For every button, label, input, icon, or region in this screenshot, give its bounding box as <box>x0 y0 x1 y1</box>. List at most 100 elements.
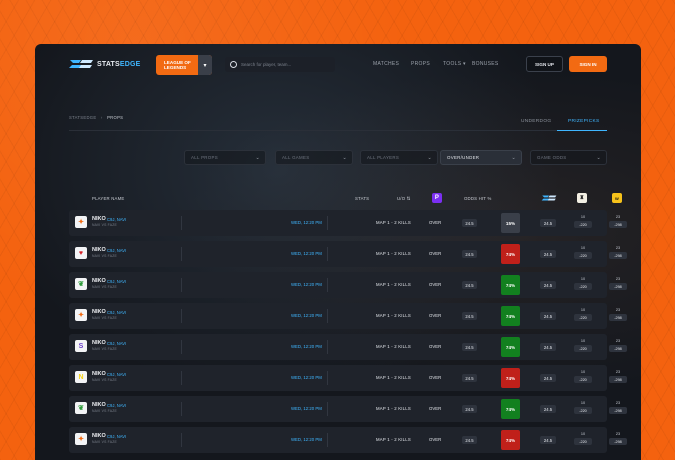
chevron-down-icon: ⌄ <box>427 155 432 161</box>
over-under: OVER <box>429 251 442 256</box>
line-value[interactable]: 24.5 <box>462 312 477 320</box>
odds-cell[interactable]: 23 -298 <box>609 401 627 414</box>
prop-stat: MAP 1 - 2 KILLS <box>376 220 411 225</box>
line-value[interactable]: 24.5 <box>462 281 477 289</box>
player-match: NAVI VS FAZE <box>92 409 117 413</box>
statsedge-line[interactable]: 24.5 <box>540 436 556 444</box>
logo[interactable]: STATSEDGE <box>68 56 141 72</box>
breadcrumb-root[interactable]: STATSEDGE <box>69 115 96 120</box>
table-row[interactable]: ✦ NIKO C9J, NAVI NAVI VS FAZE WED, 12:20… <box>69 210 627 236</box>
player-name[interactable]: NIKO <box>92 247 106 253</box>
odds-cell[interactable]: 23 -298 <box>609 339 627 352</box>
table-row[interactable]: ♥ NIKO C9J, NAVI NAVI VS FAZE WED, 12:20… <box>69 241 627 267</box>
table-row[interactable]: S NIKO C9J, NAVI NAVI VS FAZE WED, 12:20… <box>69 334 627 360</box>
nav-tools[interactable]: TOOLS <box>443 61 461 67</box>
chevron-down-icon[interactable]: ▾ <box>198 55 212 75</box>
divider <box>327 247 328 261</box>
tab-prizepicks[interactable]: PRIZEPICKS <box>568 119 600 124</box>
prop-stat: MAP 1 - 2 KILLS <box>376 282 411 287</box>
divider <box>327 278 328 292</box>
odds-cell[interactable]: 10 -220 <box>574 432 592 445</box>
player-name[interactable]: NIKO <box>92 433 106 439</box>
match-date: WED, 12:20 PM <box>291 251 322 256</box>
line-value[interactable]: 24.5 <box>462 436 477 444</box>
match-date: WED, 12:20 PM <box>291 437 322 442</box>
line-value[interactable]: 24.5 <box>462 343 477 351</box>
odds-cell[interactable]: 10 -220 <box>574 215 592 228</box>
odds-value: -298 <box>609 407 627 414</box>
statsedge-line[interactable]: 24.5 <box>540 343 556 351</box>
table-row[interactable]: ✦ NIKO C9J, NAVI NAVI VS FAZE WED, 12:20… <box>69 427 627 453</box>
statsedge-line[interactable]: 24.5 <box>540 219 556 227</box>
filter-label: GAME ODDS <box>537 155 567 160</box>
filter-over-under[interactable]: OVER/UNDER ⌄ <box>440 150 522 165</box>
col-ou[interactable]: U/O ⇅ <box>397 196 410 202</box>
filter-props[interactable]: ALL PROPS ⌄ <box>184 150 266 165</box>
filter-game-odds[interactable]: GAME ODDS ⌄ <box>530 150 607 165</box>
odds-cell[interactable]: 23 -298 <box>609 308 627 321</box>
odds-value: -298 <box>609 438 627 445</box>
odds-cell[interactable]: 10 -220 <box>574 370 592 383</box>
statsedge-line[interactable]: 24.5 <box>540 281 556 289</box>
table-row[interactable]: ❦ NIKO C9J, NAVI NAVI VS FAZE WED, 12:20… <box>69 396 627 422</box>
line-value[interactable]: 24.5 <box>462 219 477 227</box>
statsedge-line[interactable]: 24.5 <box>540 250 556 258</box>
search-input[interactable] <box>241 62 331 67</box>
table-row[interactable]: ✦ NIKO C9J, NAVI NAVI VS FAZE WED, 12:20… <box>69 303 627 329</box>
signin-button[interactable]: SIGN IN <box>569 56 607 72</box>
col-odds-hit[interactable]: ODDS HIT % <box>464 196 491 201</box>
divider <box>181 216 182 230</box>
odds-cell[interactable]: 23 -298 <box>609 246 627 259</box>
odds-value: -298 <box>609 221 627 228</box>
nav-props[interactable]: PROPS <box>411 61 443 67</box>
signup-button[interactable]: SIGN UP <box>526 56 563 72</box>
statsedge-line[interactable]: 24.5 <box>540 312 556 320</box>
chevron-down-icon[interactable]: ▾ <box>450 61 472 67</box>
over-under: OVER <box>429 344 442 349</box>
line-value[interactable]: 24.5 <box>462 405 477 413</box>
odds-cell[interactable]: 23 -298 <box>609 277 627 290</box>
odds-hit-badge: 74% <box>501 275 520 295</box>
odds-cell[interactable]: 23 -298 <box>609 432 627 445</box>
nav-matches[interactable]: MATCHES <box>373 61 411 67</box>
filter-label: ALL GAMES <box>282 155 310 160</box>
table-row[interactable]: ❦ NIKO C9J, NAVI NAVI VS FAZE WED, 12:20… <box>69 272 627 298</box>
player-name[interactable]: NIKO <box>92 216 106 222</box>
nav-bonuses[interactable]: BONUSES <box>472 61 499 67</box>
line-value[interactable]: 24.5 <box>462 374 477 382</box>
player-name[interactable]: NIKO <box>92 402 106 408</box>
odds-cell[interactable]: 23 -298 <box>609 370 627 383</box>
line-value[interactable]: 24.5 <box>462 250 477 258</box>
breadcrumb: STATSEDGE › PROPS <box>69 115 123 120</box>
player-name[interactable]: NIKO <box>92 340 106 346</box>
over-under: OVER <box>429 406 442 411</box>
over-under: OVER <box>429 282 442 287</box>
logo-mark-icon <box>69 60 93 68</box>
filter-games[interactable]: ALL GAMES ⌄ <box>275 150 353 165</box>
match-date: WED, 12:20 PM <box>291 313 322 318</box>
game-select[interactable]: LEAGUE OF LEGENDS ▾ <box>156 55 212 75</box>
filter-players[interactable]: ALL PLAYERS ⌄ <box>360 150 438 165</box>
odds-cell[interactable]: 10 -220 <box>574 277 592 290</box>
odds-value: -298 <box>609 252 627 259</box>
player-match: NAVI VS FAZE <box>92 378 117 382</box>
search-bar[interactable] <box>225 57 335 72</box>
odds-cell[interactable]: 10 -220 <box>574 246 592 259</box>
chevron-down-icon: ⌄ <box>255 155 260 161</box>
player-match: NAVI VS FAZE <box>92 316 117 320</box>
statsedge-line[interactable]: 24.5 <box>540 405 556 413</box>
player-name[interactable]: NIKO <box>92 278 106 284</box>
odds-cell[interactable]: 10 -220 <box>574 401 592 414</box>
tab-underdog[interactable]: UNDERDOG <box>521 119 551 124</box>
col-player-name[interactable]: PLAYER NAME <box>92 196 124 201</box>
odds-cell[interactable]: 23 -298 <box>609 215 627 228</box>
prop-stat: MAP 1 - 2 KILLS <box>376 375 411 380</box>
player-team: C9J, NAVI <box>107 248 127 253</box>
odds-cell[interactable]: 10 -220 <box>574 339 592 352</box>
col-stats[interactable]: STATS <box>355 196 369 201</box>
player-name[interactable]: NIKO <box>92 309 106 315</box>
statsedge-line[interactable]: 24.5 <box>540 374 556 382</box>
odds-cell[interactable]: 10 -220 <box>574 308 592 321</box>
table-row[interactable]: N NIKO C9J, NAVI NAVI VS FAZE WED, 12:20… <box>69 365 627 391</box>
player-name[interactable]: NIKO <box>92 371 106 377</box>
